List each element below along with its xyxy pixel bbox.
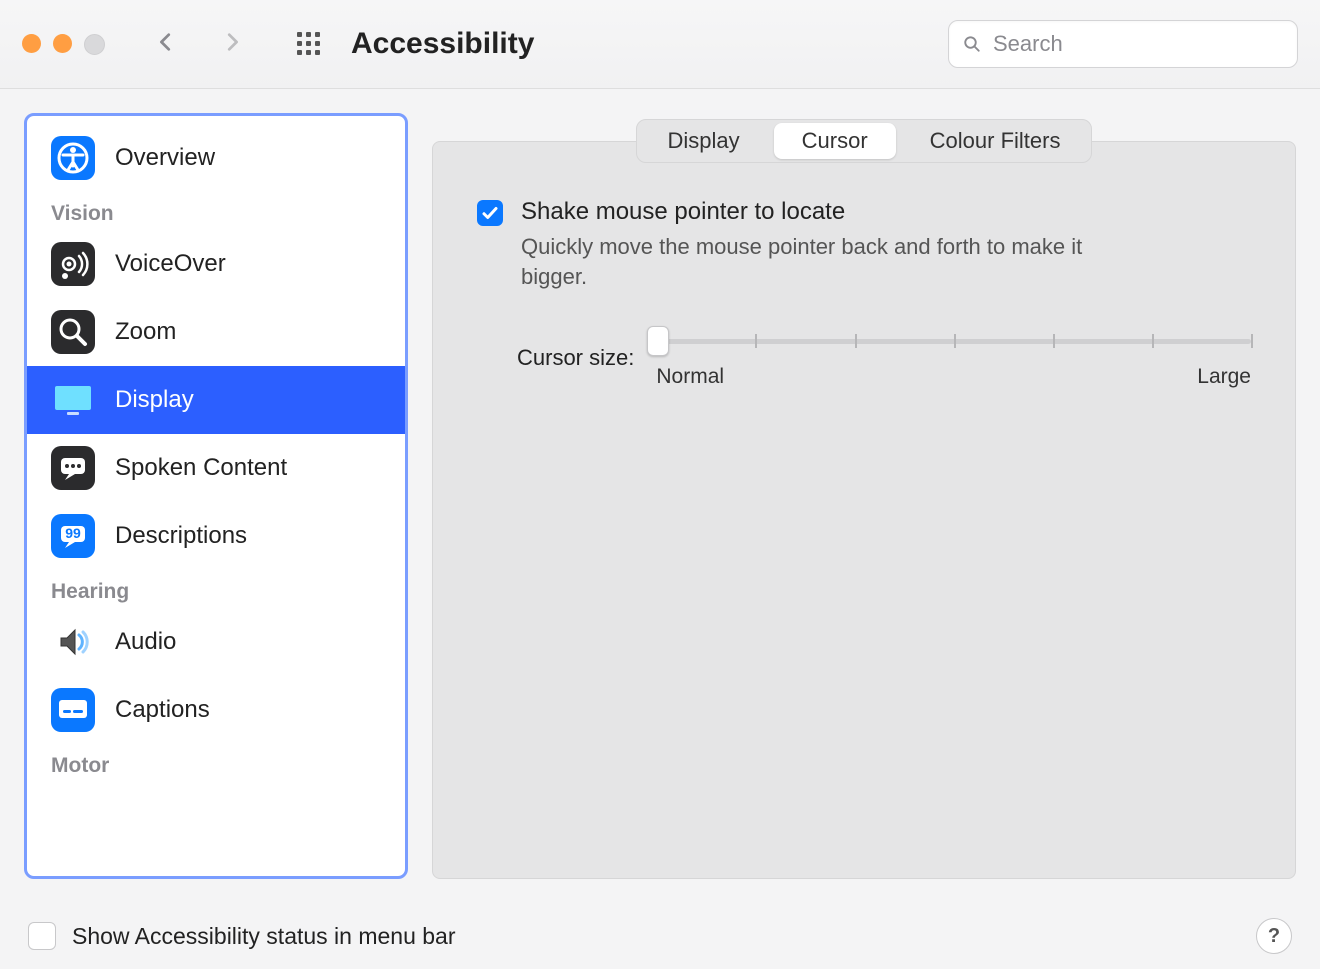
slider-tick <box>855 334 857 348</box>
sidebar-item-label: Audio <box>115 628 176 656</box>
sidebar-item-voiceover[interactable]: VoiceOver <box>27 230 405 298</box>
sidebar-item-label: Descriptions <box>115 522 247 550</box>
search-icon <box>963 33 981 55</box>
captions-icon <box>51 688 95 732</box>
audio-icon <box>51 620 95 664</box>
sidebar-group: Hearing <box>27 570 405 608</box>
slider-tick <box>755 334 757 348</box>
sidebar-item-overview[interactable]: Overview <box>27 124 405 192</box>
slider-thumb[interactable] <box>647 326 669 356</box>
cursor-pane: Shake mouse pointer to locate Quickly mo… <box>432 141 1296 879</box>
menubar-status-label: Show Accessibility status in menu bar <box>72 923 456 950</box>
window-title: Accessibility <box>351 27 534 61</box>
chevron-left-icon <box>155 31 177 53</box>
sidebar-item-captions[interactable]: Captions <box>27 676 405 744</box>
voiceover-icon <box>51 242 95 286</box>
cursor-size-label: Cursor size: <box>517 345 634 371</box>
sidebar-group: Vision <box>27 192 405 230</box>
menubar-status-checkbox[interactable] <box>28 922 56 950</box>
sidebar-item-audio[interactable]: Audio <box>27 608 405 676</box>
checkmark-icon <box>481 204 499 222</box>
tabbar: DisplayCursorColour Filters <box>636 119 1093 163</box>
sidebar-item-zoom[interactable]: Zoom <box>27 298 405 366</box>
grid-icon <box>295 30 323 58</box>
tab-cursor[interactable]: Cursor <box>774 123 896 159</box>
slider-tick <box>1053 334 1055 348</box>
sidebar-item-label: Captions <box>115 696 210 724</box>
slider-tick <box>1152 334 1154 348</box>
zoom-window-button[interactable] <box>84 34 105 55</box>
cursor-size-min-label: Normal <box>656 365 724 389</box>
sidebar-item-descriptions[interactable]: Descriptions <box>27 502 405 570</box>
shake-pointer-checkbox[interactable] <box>477 200 503 226</box>
nav-arrows <box>147 25 251 63</box>
sidebar-item-spoken-content[interactable]: Spoken Content <box>27 434 405 502</box>
sidebar-item-label: Overview <box>115 144 215 172</box>
minimize-window-button[interactable] <box>53 34 72 53</box>
shake-pointer-label: Shake mouse pointer to locate <box>521 198 1111 226</box>
sidebar-item-label: Spoken Content <box>115 454 287 482</box>
display-icon <box>51 378 95 422</box>
tab-display[interactable]: Display <box>640 123 768 159</box>
search-input[interactable] <box>991 30 1283 58</box>
cursor-size-max-label: Large <box>1197 365 1251 389</box>
slider-tick <box>954 334 956 348</box>
accessibility-icon <box>51 136 95 180</box>
zoom-icon <box>51 310 95 354</box>
footer: Show Accessibility status in menu bar ? <box>0 903 1320 969</box>
tab-colour-filters[interactable]: Colour Filters <box>902 123 1089 159</box>
window-controls <box>22 34 105 55</box>
sidebar-item-label: Zoom <box>115 318 176 346</box>
spoken-icon <box>51 446 95 490</box>
descriptions-icon <box>51 514 95 558</box>
titlebar: Accessibility <box>0 0 1320 89</box>
slider-tick <box>1251 334 1253 348</box>
sidebar-item-display[interactable]: Display <box>27 366 405 434</box>
chevron-right-icon <box>221 31 243 53</box>
close-window-button[interactable] <box>22 34 41 53</box>
shake-pointer-description: Quickly move the mouse pointer back and … <box>521 232 1111 291</box>
back-button[interactable] <box>147 25 185 63</box>
show-all-button[interactable] <box>289 24 329 64</box>
help-button[interactable]: ? <box>1256 918 1292 954</box>
sidebar-item-label: VoiceOver <box>115 250 226 278</box>
sidebar-item-label: Display <box>115 386 194 414</box>
search-field[interactable] <box>948 20 1298 68</box>
sidebar[interactable]: Overview Vision VoiceOver Zoom Display Spoken… <box>24 113 408 879</box>
sidebar-group: Motor <box>27 744 405 782</box>
forward-button[interactable] <box>213 25 251 63</box>
cursor-size-slider[interactable] <box>656 327 1251 355</box>
